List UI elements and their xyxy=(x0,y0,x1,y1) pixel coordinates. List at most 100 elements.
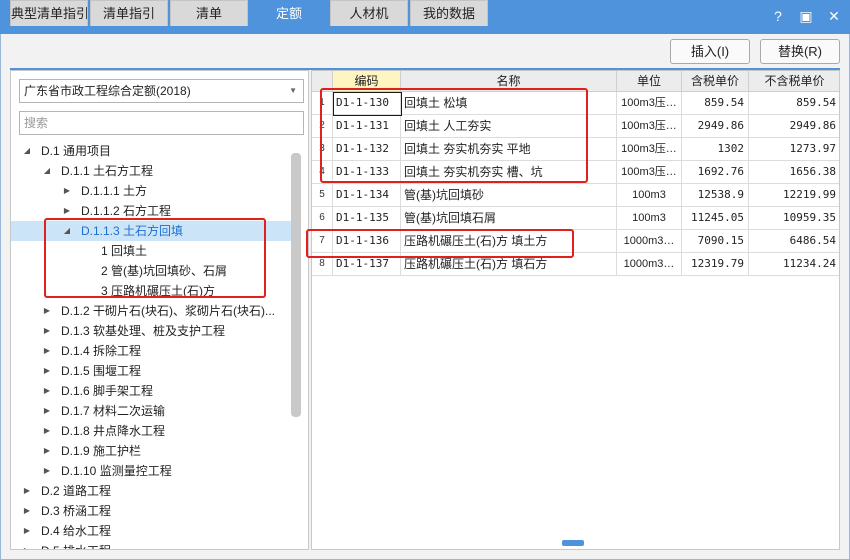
cell-code: D1-1-135 xyxy=(333,207,401,230)
cell-name: 回填土 人工夯实 xyxy=(401,115,617,138)
cell-unit: 100m3压… xyxy=(617,161,682,184)
row-number: 6 xyxy=(312,207,333,230)
insert-button[interactable]: 插入(I) xyxy=(670,39,750,64)
cell-name: 管(基)坑回填石屑 xyxy=(401,207,617,230)
expand-arrow-icon[interactable]: ▶ xyxy=(21,541,33,549)
header-name[interactable]: 名称 xyxy=(401,71,617,92)
tab-list-guide[interactable]: 清单指引 xyxy=(90,0,168,26)
quota-library-value: 广东省市政工程综合定额(2018) xyxy=(24,84,191,98)
cell-price-without-tax: 12219.99 xyxy=(749,184,839,207)
cell-unit: 100m3压… xyxy=(617,92,682,115)
tree-node-label: D.1 通用项目 xyxy=(41,144,112,158)
cell-unit: 1000m3… xyxy=(617,230,682,253)
cell-name: 回填土 夯实机夯实 平地 xyxy=(401,138,617,161)
cell-price-without-tax: 11234.24 xyxy=(749,253,839,276)
tree-node-label: D.1.7 材料二次运输 xyxy=(61,404,166,418)
expand-arrow-icon[interactable]: ▶ xyxy=(21,501,33,521)
cell-unit: 100m3压… xyxy=(617,138,682,161)
expand-arrow-icon[interactable]: ▶ xyxy=(41,301,53,321)
row-number: 4 xyxy=(312,161,333,184)
header-price-without-tax[interactable]: 不含税单价 xyxy=(749,71,839,92)
tab-typical-list-guide[interactable]: 典型清单指引 xyxy=(10,0,88,26)
restore-icon[interactable]: ▣ xyxy=(798,8,814,24)
expand-arrow-icon[interactable]: ▶ xyxy=(41,341,53,361)
tree-scrollbar-thumb[interactable] xyxy=(291,153,301,417)
cell-price-with-tax: 7090.15 xyxy=(682,230,749,253)
tree-node-label: D.1.3 软基处理、桩及支护工程 xyxy=(61,324,226,338)
tree-node-label: 2 管(基)坑回填砂、石屑 xyxy=(101,264,228,278)
splitter-handle[interactable] xyxy=(562,540,584,546)
tree-node-label: D.1.10 监测量控工程 xyxy=(61,464,172,478)
search-input[interactable]: 搜索 xyxy=(19,111,304,135)
cell-code: D1-1-134 xyxy=(333,184,401,207)
cell-price-with-tax: 1302 xyxy=(682,138,749,161)
row-number: 5 xyxy=(312,184,333,207)
chevron-down-icon: ▼ xyxy=(289,86,297,95)
row-number: 2 xyxy=(312,115,333,138)
quota-library-select[interactable]: 广东省市政工程综合定额(2018) ▼ xyxy=(19,79,304,103)
cell-price-without-tax: 10959.35 xyxy=(749,207,839,230)
tab-list[interactable]: 清单 xyxy=(170,0,248,26)
expand-arrow-icon[interactable]: ▶ xyxy=(41,461,53,481)
tree-node-label: D.1.5 围堰工程 xyxy=(61,364,142,378)
close-icon[interactable]: ✕ xyxy=(826,8,842,24)
header-unit[interactable]: 单位 xyxy=(617,71,682,92)
expand-arrow-icon[interactable]: ▶ xyxy=(41,381,53,401)
cell-unit: 100m3 xyxy=(617,184,682,207)
tree-node[interactable]: ◢ D.1.1.3 土石方回填 xyxy=(11,221,294,241)
tree-node-label: D.3 桥涵工程 xyxy=(41,504,112,518)
header-code[interactable]: 编码 xyxy=(333,71,401,92)
row-number: 7 xyxy=(312,230,333,253)
expand-arrow-icon[interactable]: ▶ xyxy=(41,361,53,381)
tree-node-label: D.1.1.1 土方 xyxy=(81,184,148,198)
cell-name: 压路机碾压土(石)方 填土方 xyxy=(401,230,617,253)
expand-arrow-icon[interactable]: ▶ xyxy=(61,181,73,201)
tree-node-label: D.1.9 施工护栏 xyxy=(61,444,142,458)
expand-arrow-icon[interactable]: ▶ xyxy=(61,201,73,221)
tab-quota[interactable]: 定额 xyxy=(250,0,328,26)
tree-node-label: 1 回填土 xyxy=(101,244,148,258)
quota-table: 编码 名称 单位 含税单价 不含税单价 1 D1-1-130 回填土 松填 100m3… xyxy=(311,70,840,550)
cell-code: D1-1-133 xyxy=(333,161,401,184)
row-number: 3 xyxy=(312,138,333,161)
expand-arrow-icon[interactable]: ▶ xyxy=(21,481,33,501)
cell-unit: 100m3 xyxy=(617,207,682,230)
collapse-arrow-icon[interactable]: ◢ xyxy=(61,221,73,241)
tree-node-label: 3 压路机碾压土(石)方 xyxy=(101,284,216,298)
header-price-with-tax[interactable]: 含税单价 xyxy=(682,71,749,92)
expand-arrow-icon[interactable]: ▶ xyxy=(21,521,33,541)
row-number: 8 xyxy=(312,253,333,276)
cell-price-with-tax: 2949.86 xyxy=(682,115,749,138)
tab-my-data[interactable]: 我的数据 xyxy=(410,0,488,26)
tree-node-label: D.1.6 脚手架工程 xyxy=(61,384,154,398)
cell-price-without-tax: 6486.54 xyxy=(749,230,839,253)
cell-name: 回填土 松填 xyxy=(401,92,617,115)
cell-focus-frame xyxy=(333,92,402,116)
row-number: 1 xyxy=(312,92,333,115)
cell-code: D1-1-131 xyxy=(333,115,401,138)
cell-price-with-tax: 11245.05 xyxy=(682,207,749,230)
tree-node-label: D.1.2 干砌片石(块石)、浆砌片石(块石)... xyxy=(61,304,276,318)
cell-price-with-tax: 1692.76 xyxy=(682,161,749,184)
expand-arrow-icon[interactable]: ▶ xyxy=(41,441,53,461)
tree-node-label: D.1.1 土石方工程 xyxy=(61,164,154,178)
cell-price-without-tax: 1656.38 xyxy=(749,161,839,184)
tree-node-label: D.1.4 拆除工程 xyxy=(61,344,142,358)
cell-price-without-tax: 2949.86 xyxy=(749,115,839,138)
replace-button[interactable]: 替换(R) xyxy=(760,39,840,64)
collapse-arrow-icon[interactable]: ◢ xyxy=(21,141,33,161)
help-icon[interactable]: ? xyxy=(770,8,786,24)
cell-unit: 1000m3… xyxy=(617,253,682,276)
expand-arrow-icon[interactable]: ▶ xyxy=(41,421,53,441)
expand-arrow-icon[interactable]: ▶ xyxy=(41,401,53,421)
cell-code: D1-1-132 xyxy=(333,138,401,161)
collapse-arrow-icon[interactable]: ◢ xyxy=(41,161,53,181)
cell-name: 回填土 夯实机夯实 槽、坑 xyxy=(401,161,617,184)
tab-labor-material-machine[interactable]: 人材机 xyxy=(330,0,408,26)
tree-node-label: D.1.1.2 石方工程 xyxy=(81,204,172,218)
cell-code: D1-1-136 xyxy=(333,230,401,253)
cell-price-with-tax: 12319.79 xyxy=(682,253,749,276)
quota-tree-panel: 广东省市政工程综合定额(2018) ▼ 搜索 ◢ D.1 通用项目 ◢ D.1.1 土… xyxy=(10,70,309,550)
expand-arrow-icon[interactable]: ▶ xyxy=(41,321,53,341)
cell-name: 管(基)坑回填砂 xyxy=(401,184,617,207)
